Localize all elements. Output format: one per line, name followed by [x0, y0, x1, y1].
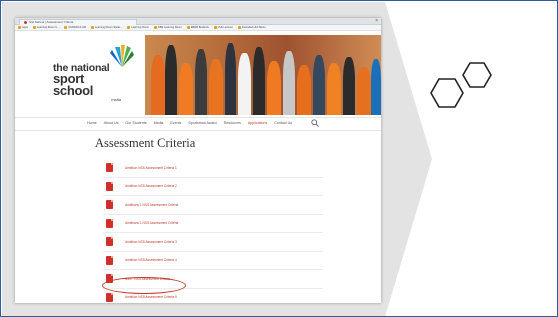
document-item[interactable]: Ambition NSS Assessment Criteria 4: [103, 252, 323, 270]
bookmark-label: Learning Room: [131, 26, 150, 29]
document-link[interactable]: Ambitions 1 NSS Assessment Criteria: [125, 221, 178, 225]
document-link[interactable]: Ambition NSS Assessment Criteria 3: [125, 240, 177, 244]
search-icon[interactable]: [311, 119, 319, 129]
bookmark-label: Learning Room Stude...: [94, 26, 123, 29]
slide-frame: Nisi Sehool | Assessment Criteria × Apps…: [0, 0, 558, 317]
nav-item-applications[interactable]: Applications: [248, 121, 267, 125]
bookmark-item[interactable]: Learning Room: [127, 26, 149, 29]
document-item[interactable]: Ambitions 1 NSS Assessment Criteria: [103, 215, 323, 233]
pdf-file-icon: [106, 237, 113, 247]
nav-item-home[interactable]: Home: [87, 121, 97, 125]
site-header: the national sport school malta: [15, 31, 381, 117]
pdf-file-icon: [106, 218, 113, 228]
document-item[interactable]: Ambition NSS Assessment Criteria 3: [103, 233, 323, 252]
document-link[interactable]: Ambition NSS Assessment Criteria 4: [125, 258, 177, 262]
nav-item-students[interactable]: Our Students: [125, 121, 146, 125]
website-screenshot: Nisi Sehool | Assessment Criteria × Apps…: [15, 18, 381, 303]
bookmark-icon: [237, 26, 241, 29]
nav-item-events[interactable]: Events: [170, 121, 181, 125]
logo-star-icon: [109, 45, 135, 74]
bookmark-icon: [154, 26, 158, 29]
nav-item-contact[interactable]: Contact Us: [274, 121, 292, 125]
document-item[interactable]: Ambitions 1 NSS Assessment Criteria: [103, 196, 323, 215]
hexagon-pair-icon: [425, 59, 505, 128]
bookmark-label: EBDR Bookinfo: [190, 26, 209, 29]
bookmark-item[interactable]: VLE Lecturer: [213, 26, 233, 29]
main-navigation: Home About Us Our Students Media Events …: [15, 117, 381, 131]
bookmark-label: Learning Room U...: [36, 26, 60, 29]
pdf-file-icon: [106, 255, 113, 265]
highlight-circle-annotation: [102, 277, 186, 294]
bookmark-icon: [64, 26, 68, 29]
pdf-file-icon: [106, 292, 113, 302]
bookmark-icon: [186, 26, 190, 29]
bookmark-label: CURRICULUM: [68, 26, 86, 29]
favicon-icon: [24, 20, 27, 24]
nav-item-award[interactable]: Sportsman Award: [188, 121, 216, 125]
pdf-file-icon: [106, 200, 113, 210]
document-link[interactable]: Ambition NSS Assessment Criteria 2: [125, 184, 177, 188]
nav-item-resources[interactable]: Resources: [224, 121, 241, 125]
browser-tab-bar: Nisi Sehool | Assessment Criteria ×: [15, 18, 381, 25]
bookmark-label: Apps: [22, 26, 28, 29]
bookmark-item[interactable]: DBE Learning Room: [154, 26, 182, 29]
bookmark-icon: [127, 26, 131, 29]
bookmark-label: VLE Lecturer: [217, 26, 233, 29]
bookmark-label: DBE Learning Room: [158, 26, 182, 29]
pdf-file-icon: [106, 181, 113, 191]
bookmark-item[interactable]: Learning Room U...: [32, 26, 60, 29]
document-item[interactable]: Ambition NSS Assessment Criteria 2: [103, 178, 323, 196]
bookmark-item[interactable]: Apps: [18, 26, 28, 29]
nav-item-about[interactable]: About Us: [104, 121, 119, 125]
logo-line-2: sport school: [53, 71, 94, 98]
bookmark-icon: [213, 26, 217, 29]
bookmark-item[interactable]: Learning Room Stude...: [90, 26, 123, 29]
bookmark-icon: [90, 26, 94, 29]
nav-item-media[interactable]: Media: [154, 121, 164, 125]
page-title: Assessment Criteria: [95, 136, 196, 150]
pdf-file-icon: [106, 163, 113, 173]
students-banner-photo: [145, 35, 381, 115]
browser-tab-title: Nisi Sehool | Assessment Criteria: [29, 20, 74, 24]
bookmark-icon: [18, 26, 21, 29]
window-close-icon[interactable]: ×: [375, 18, 378, 25]
bookmark-label: Extended Hub Menu: [241, 26, 266, 29]
document-link[interactable]: Ambitions 1 NSS Assessment Criteria: [125, 203, 178, 207]
bookmark-item[interactable]: CURRICULUM: [64, 26, 86, 29]
document-link[interactable]: Ambition NSS Assessment Criteria 1: [125, 166, 177, 170]
bookmark-icon: [32, 26, 36, 29]
bookmark-item[interactable]: EBDR Bookinfo: [186, 26, 209, 29]
bookmark-item[interactable]: Extended Hub Menu: [237, 26, 266, 29]
document-link[interactable]: Ambition NSS Assessment Criteria 5: [125, 295, 177, 299]
document-item[interactable]: Ambition NSS Assessment Criteria 1: [103, 159, 323, 178]
